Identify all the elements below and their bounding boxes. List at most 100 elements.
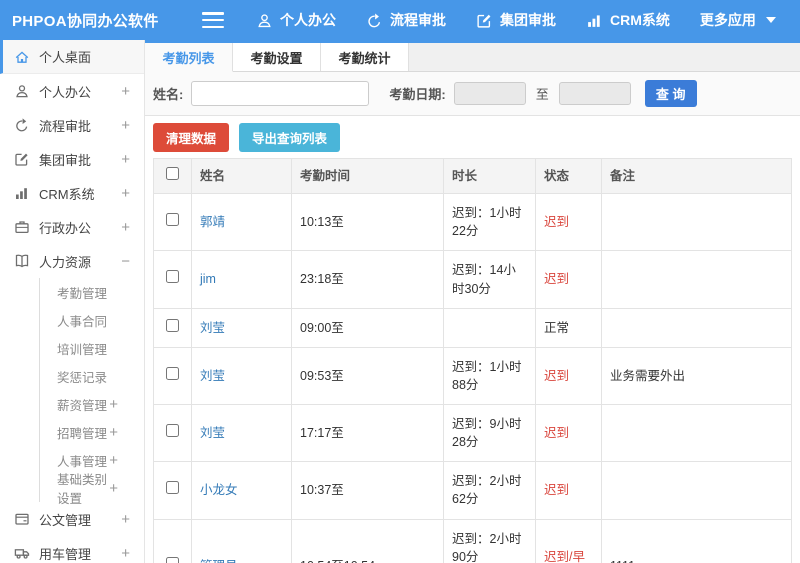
- expand-toggle-icon[interactable]: +: [121, 185, 130, 202]
- name-cell: 刘莹: [191, 346, 292, 406]
- tab-attendance-settings[interactable]: 考勤设置: [233, 43, 321, 71]
- note-cell: [601, 461, 792, 520]
- expand-toggle-icon[interactable]: +: [121, 219, 130, 236]
- tab-label: 考勤统计: [338, 50, 391, 66]
- topnav-workflow-approval[interactable]: 流程审批: [366, 10, 446, 30]
- date-to-input[interactable]: [558, 82, 631, 105]
- employee-name-link[interactable]: 刘莹: [200, 369, 225, 383]
- chart-icon: [14, 185, 30, 201]
- flow-icon: [14, 117, 30, 133]
- sidebar-subitem-attendance-management[interactable]: 考勤管理: [40, 278, 144, 306]
- briefcase-icon: [14, 219, 30, 235]
- sidebar-item-human-resources[interactable]: 人力资源 −: [0, 244, 144, 278]
- name-cell: jim: [191, 250, 292, 309]
- row-select-cell: [153, 518, 192, 563]
- date-from-input[interactable]: [453, 82, 526, 105]
- row-checkbox[interactable]: [166, 424, 179, 438]
- time-cell: 10:13至: [291, 193, 444, 252]
- content-area: 考勤列表 考勤设置 考勤统计 姓名: 考勤日期: 至 查 询 清理数据 导出查询列表…: [145, 40, 800, 563]
- expand-toggle-icon[interactable]: +: [121, 511, 130, 528]
- row-select-cell: [153, 403, 192, 463]
- expand-toggle-icon[interactable]: +: [109, 396, 118, 413]
- duration-cell: 迟到：14小时30分: [443, 250, 536, 309]
- time-cell: 23:18至: [291, 250, 444, 309]
- sidebar-item-group-approval[interactable]: 集团审批 +: [0, 142, 144, 176]
- time-cell: 10:37至: [291, 461, 444, 520]
- book-icon: [14, 253, 30, 269]
- doc-icon: [14, 511, 30, 527]
- sidebar-item-label: 公文管理: [39, 512, 92, 528]
- sidebar: 个人桌面 个人办公 + 流程审批 + 集团审批 + CRM系统 + 行政办公 + 人力资源 − 考勤管理人…: [0, 40, 145, 563]
- expand-toggle-icon[interactable]: +: [121, 151, 130, 168]
- table-row: 小龙女 10:37至 迟到：2小时62分 迟到: [153, 461, 792, 520]
- name-cell: 刘莹: [191, 403, 292, 463]
- topnav-personal-office[interactable]: 个人办公: [256, 10, 336, 30]
- row-checkbox[interactable]: [166, 481, 179, 495]
- clean-data-button[interactable]: 清理数据: [153, 122, 230, 152]
- row-checkbox[interactable]: [166, 556, 179, 563]
- sidebar-item-personal-desktop[interactable]: 个人桌面: [0, 40, 144, 74]
- sidebar-subitem-salary-management[interactable]: 薪资管理 +: [40, 390, 144, 418]
- search-button[interactable]: 查 询: [644, 80, 697, 107]
- sidebar-subitem-recruitment-management[interactable]: 招聘管理 +: [40, 418, 144, 446]
- home-icon: [14, 49, 30, 65]
- export-list-button[interactable]: 导出查询列表: [239, 122, 341, 152]
- expand-toggle-icon[interactable]: +: [121, 545, 130, 562]
- employee-name-link[interactable]: 管理员: [200, 559, 238, 563]
- sidebar-item-crm-system[interactable]: CRM系统 +: [0, 176, 144, 210]
- name-filter-input[interactable]: [191, 81, 370, 106]
- sidebar-item-vehicle-management[interactable]: 用车管理 +: [0, 536, 144, 563]
- sidebar-item-document-management[interactable]: 公文管理 +: [0, 502, 144, 536]
- note-cell: 业务需要外出: [601, 346, 792, 406]
- select-all-cell: [153, 158, 192, 195]
- row-checkbox[interactable]: [166, 213, 179, 227]
- topnav-label: CRM系统: [610, 12, 670, 28]
- app-logo: PHPOA协同办公软件: [12, 12, 159, 30]
- row-checkbox[interactable]: [166, 366, 179, 380]
- sidebar-item-personal-office[interactable]: 个人办公 +: [0, 74, 144, 108]
- row-checkbox[interactable]: [166, 270, 179, 284]
- sidebar-item-admin-office[interactable]: 行政办公 +: [0, 210, 144, 244]
- note-cell: [601, 403, 792, 463]
- expand-toggle-icon[interactable]: +: [109, 452, 118, 469]
- note-cell: [601, 250, 792, 309]
- tab-attendance-list[interactable]: 考勤列表: [145, 43, 233, 72]
- expand-toggle-icon[interactable]: +: [121, 83, 130, 100]
- employee-name-link[interactable]: jim: [200, 272, 216, 286]
- table-row: 刘莹 09:00至 正常: [153, 307, 792, 348]
- topnav-crm-system[interactable]: CRM系统: [586, 10, 670, 30]
- employee-name-link[interactable]: 刘莹: [200, 426, 225, 440]
- sidebar-subitem-label: 人事合同: [57, 314, 108, 329]
- sidebar-item-workflow-approval[interactable]: 流程审批 +: [0, 108, 144, 142]
- sidebar-subitem-personnel-contract[interactable]: 人事合同: [40, 306, 144, 334]
- expand-toggle-icon[interactable]: +: [121, 117, 130, 134]
- name-cell: 刘莹: [191, 307, 292, 348]
- status-badge: 迟到: [544, 368, 570, 383]
- table-row: 郭靖 10:13至 迟到：1小时22分 迟到: [153, 193, 792, 252]
- status-cell: 迟到: [535, 193, 602, 252]
- topnav-group-approval[interactable]: 集团审批: [476, 10, 556, 30]
- sidebar-subitem-reward-punishment-record[interactable]: 奖惩记录: [40, 362, 144, 390]
- row-select-cell: [153, 193, 192, 252]
- employee-name-link[interactable]: 小龙女: [200, 483, 238, 497]
- sidebar-subitem-basic-category-settings[interactable]: 基础类别设置 +: [40, 473, 144, 506]
- duration-cell: 迟到：1小时88分: [443, 346, 536, 406]
- sidebar-submenu: 考勤管理 人事合同 培训管理 奖惩记录 薪资管理 + 招聘管理 + 人事管理 + 基础类别设置 +: [39, 278, 144, 506]
- topnav-more-apps[interactable]: 更多应用: [700, 10, 776, 30]
- sidebar-subitem-training-management[interactable]: 培训管理: [40, 334, 144, 362]
- duration-cell: [443, 307, 536, 348]
- filter-bar: 姓名: 考勤日期: 至 查 询: [145, 72, 800, 116]
- expand-toggle-icon[interactable]: +: [109, 480, 118, 497]
- table-header-row: 姓名 考勤时间 时长 状态 备注: [153, 158, 792, 195]
- employee-name-link[interactable]: 郭靖: [200, 215, 225, 229]
- menu-toggle-icon[interactable]: [202, 12, 224, 28]
- expand-toggle-icon[interactable]: −: [121, 253, 130, 270]
- user-icon: [14, 83, 30, 99]
- tab-attendance-statistics[interactable]: 考勤统计: [321, 43, 409, 71]
- employee-name-link[interactable]: 刘莹: [200, 321, 225, 335]
- select-all-checkbox[interactable]: [166, 167, 179, 180]
- expand-toggle-icon[interactable]: +: [109, 424, 118, 441]
- row-checkbox[interactable]: [166, 318, 179, 332]
- duration-line: 迟到：1小时22分: [452, 206, 522, 239]
- topnav-label: 更多应用: [699, 12, 756, 28]
